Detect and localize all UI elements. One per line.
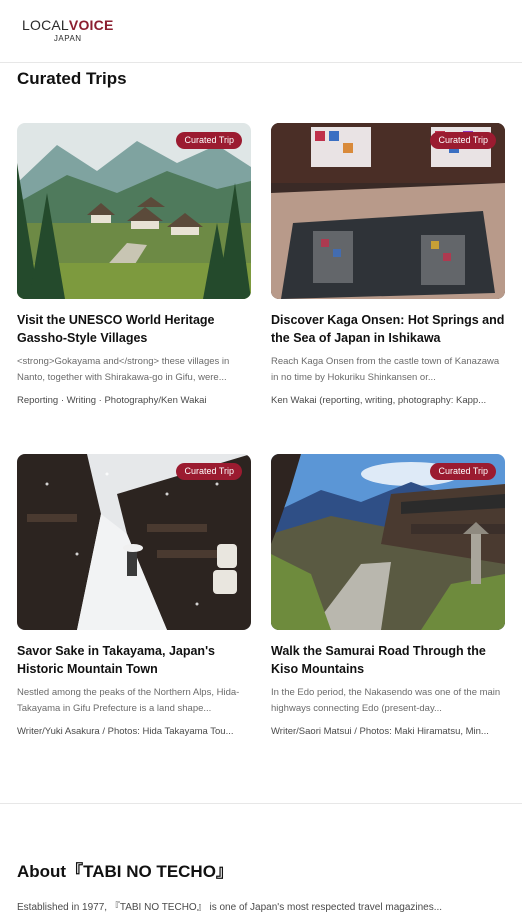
card-credit: Writer/Saori Matsui / Photos: Maki Hiram… bbox=[271, 726, 489, 737]
card-title[interactable]: Visit the UNESCO World Heritage Gassho-S… bbox=[17, 311, 251, 347]
card-description: In the Edo period, the Nakasendo was one… bbox=[271, 687, 501, 714]
card-image-onsen[interactable]: Curated Trip bbox=[271, 123, 505, 299]
trip-card[interactable]: Curated Trip Discover Kaga Onsen: Hot Sp… bbox=[271, 123, 505, 408]
about-title: About『TABI NO TECHO』 bbox=[17, 862, 233, 881]
section-divider bbox=[0, 803, 522, 804]
card-description: <strong>Gokayama and</strong> these vill… bbox=[17, 356, 230, 383]
logo-subtitle: JAPAN bbox=[53, 34, 82, 43]
card-credit: Reporting · Writing · Photography/Ken Wa… bbox=[17, 395, 207, 406]
card-description: Reach Kaga Onsen from the castle town of… bbox=[271, 356, 500, 383]
mountain-village-image bbox=[17, 123, 251, 299]
card-credit: Ken Wakai (reporting, writing, photograp… bbox=[271, 395, 487, 406]
curated-trip-badge: Curated Trip bbox=[430, 132, 496, 149]
trip-card[interactable]: Curated Trip Walk the Samurai Road Throu… bbox=[271, 454, 505, 739]
onsen-bath-image bbox=[271, 123, 505, 299]
card-credit: Writer/Yuki Asakura / Photos: Hida Takay… bbox=[17, 726, 234, 737]
logo-wordmark: LOCALVOICE bbox=[22, 18, 114, 32]
card-description: Nestled among the peaks of the Northern … bbox=[17, 687, 240, 714]
card-title[interactable]: Savor Sake in Takayama, Japan's Historic… bbox=[17, 642, 251, 678]
about-text: Established in 1977, 『TABI NO TECHO』 is … bbox=[17, 902, 443, 913]
curated-trip-badge: Curated Trip bbox=[176, 132, 242, 149]
card-title[interactable]: Discover Kaga Onsen: Hot Springs and the… bbox=[271, 311, 505, 347]
trip-card[interactable]: Curated Trip Savor Sake in Takayama, Jap… bbox=[17, 454, 251, 739]
trip-card[interactable]: Curated Trip Visit the UNESCO World Heri… bbox=[17, 123, 251, 408]
section-title: Curated Trips bbox=[17, 69, 127, 88]
logo-part-local: LOCAL bbox=[22, 17, 69, 33]
curated-trip-badge: Curated Trip bbox=[430, 463, 496, 480]
card-title[interactable]: Walk the Samurai Road Through the Kiso M… bbox=[271, 642, 505, 678]
nakasendo-road-image bbox=[271, 454, 505, 630]
curated-trip-badge: Curated Trip bbox=[176, 463, 242, 480]
site-logo[interactable]: LOCALVOICE JAPAN bbox=[22, 18, 114, 43]
card-image-nakasendo[interactable]: Curated Trip bbox=[271, 454, 505, 630]
logo-part-voice: VOICE bbox=[68, 17, 114, 33]
card-image-mountain-village[interactable]: Curated Trip bbox=[17, 123, 251, 299]
site-header: LOCALVOICE JAPAN bbox=[0, 0, 522, 63]
snowy-street-image bbox=[17, 454, 251, 630]
card-image-snowy-street[interactable]: Curated Trip bbox=[17, 454, 251, 630]
